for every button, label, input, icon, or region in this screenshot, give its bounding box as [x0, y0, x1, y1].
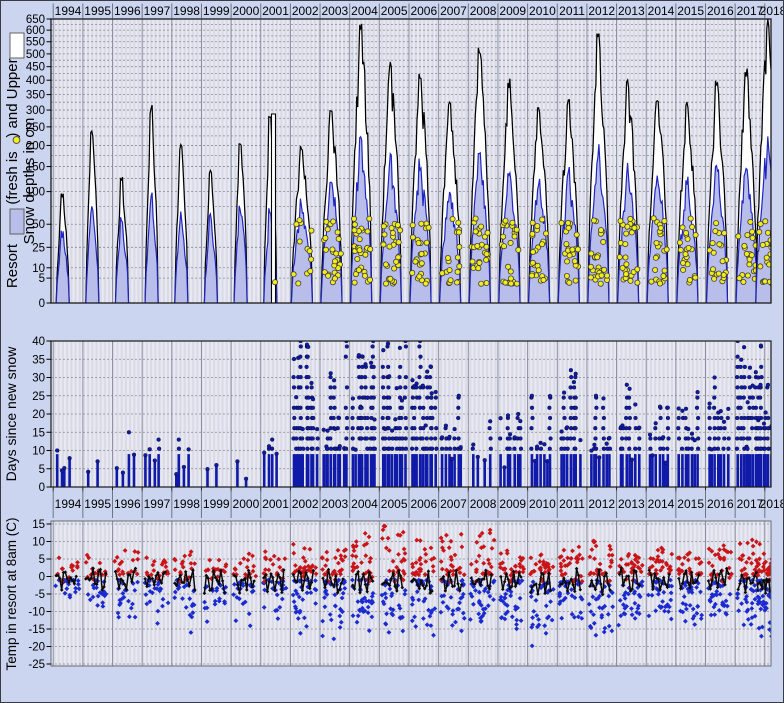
days-since-snow-panel	[51, 339, 775, 487]
year-label: 2012	[588, 4, 615, 18]
tick-label: -15	[28, 624, 45, 636]
year-label: 1994	[55, 4, 82, 18]
tick-label: 650	[26, 14, 45, 26]
year-label: 2006	[410, 497, 437, 511]
year-label: 2007	[440, 4, 467, 18]
year-label: 2015	[677, 497, 704, 511]
top-year-axis: 1994199519961997199819992000200120022003…	[53, 4, 784, 19]
year-label: 2018	[760, 4, 784, 18]
year-label: 2013	[618, 497, 645, 511]
year-label: 2002	[292, 497, 319, 511]
tick-label: 5	[39, 273, 45, 285]
legend-resort-label: Resort	[4, 243, 21, 288]
year-label: 2005	[381, 497, 408, 511]
tick-label: 40	[32, 336, 45, 348]
year-label: 2001	[262, 4, 289, 18]
year-label: 2014	[648, 4, 675, 18]
snow-depth-panel	[51, 19, 780, 303]
tick-label: -5	[35, 589, 45, 601]
year-label: 2002	[292, 4, 319, 18]
tick-label: 450	[26, 62, 45, 74]
year-label: 2016	[707, 497, 734, 511]
year-label: 2011	[559, 497, 585, 511]
year-label: 1999	[203, 4, 230, 18]
year-label: 2009	[499, 4, 526, 18]
temp-axis-title: Temp in resort at 8am (C)	[4, 517, 19, 670]
tick-label: -10	[28, 607, 45, 619]
year-label: 2004	[351, 497, 378, 511]
tick-label: 5	[39, 464, 45, 476]
year-label: 2010	[529, 4, 556, 18]
tick-label: 25	[32, 391, 45, 403]
year-label: 2000	[233, 497, 260, 511]
temp-panel	[51, 521, 775, 666]
year-label: 1998	[173, 497, 200, 511]
tick-label: 0	[39, 572, 45, 584]
year-label: 1994	[55, 497, 82, 511]
year-label: 1998	[173, 4, 200, 18]
snow-history-chart: 0510255010015020025030035040045050055060…	[0, 0, 784, 703]
left-axis-legend: Resort (fresh is ) and UpperSnow depths in…	[3, 33, 38, 671]
year-label: 2016	[707, 4, 734, 18]
tick-label: 350	[26, 90, 45, 102]
tick-label: 10	[32, 446, 45, 458]
year-label: 1995	[84, 497, 111, 511]
tick-label: 15	[32, 427, 45, 439]
year-label: 1997	[144, 4, 171, 18]
year-label: 2008	[470, 497, 497, 511]
tick-label: 10	[32, 263, 45, 275]
year-label: 2000	[233, 4, 260, 18]
year-label: 2007	[440, 497, 467, 511]
snow-depth-axis-title: Snow depths in cm	[21, 118, 38, 245]
year-label: 2015	[677, 4, 704, 18]
tick-label: 10	[32, 537, 45, 549]
year-label: 2003	[321, 497, 348, 511]
tick-label: 20	[32, 409, 45, 421]
year-label: 2011	[559, 4, 585, 18]
year-label: 2003	[321, 4, 348, 18]
tick-label: 550	[26, 37, 45, 49]
year-label: 1995	[84, 4, 111, 18]
tick-label: 400	[26, 75, 45, 87]
year-label: 1996	[114, 497, 141, 511]
legend-fresh-prefix: (fresh is	[4, 151, 21, 204]
year-label: 2004	[351, 4, 378, 18]
tick-label: 5	[39, 554, 45, 566]
year-label: 2008	[470, 4, 497, 18]
tick-label: 30	[32, 373, 45, 385]
year-label: 2010	[529, 497, 556, 511]
tick-label: 35	[32, 354, 45, 366]
year-label: 2009	[499, 497, 526, 511]
year-label: 2001	[262, 497, 289, 511]
year-label: 2006	[410, 4, 437, 18]
year-label: 2018	[760, 497, 784, 511]
chart-canvas: 0510255010015020025030035040045050055060…	[1, 1, 784, 703]
tick-label: 600	[26, 25, 45, 37]
year-label: 2012	[588, 497, 615, 511]
year-label: 2013	[618, 4, 645, 18]
tick-label: 500	[26, 49, 45, 61]
tick-label: 15	[32, 519, 45, 531]
upper-swatch	[10, 33, 24, 58]
tick-label: -20	[28, 642, 45, 654]
axes: 0510255010015020025030035040045050055060…	[26, 14, 51, 671]
tick-label: 0	[39, 298, 45, 310]
year-label: 2014	[648, 497, 675, 511]
year-label: 1999	[203, 497, 230, 511]
year-label: 2005	[381, 4, 408, 18]
year-label: 1996	[114, 4, 141, 18]
days-axis-title: Days since new snow	[3, 346, 19, 482]
tick-label: 300	[26, 105, 45, 117]
legend-fresh-suffix: ) and Upper	[4, 58, 21, 137]
year-label: 1997	[144, 497, 171, 511]
tick-label: -25	[28, 659, 45, 671]
tick-label: 0	[39, 482, 45, 494]
mid-year-axis: 1994199519961997199819992000200120022003…	[53, 490, 784, 518]
